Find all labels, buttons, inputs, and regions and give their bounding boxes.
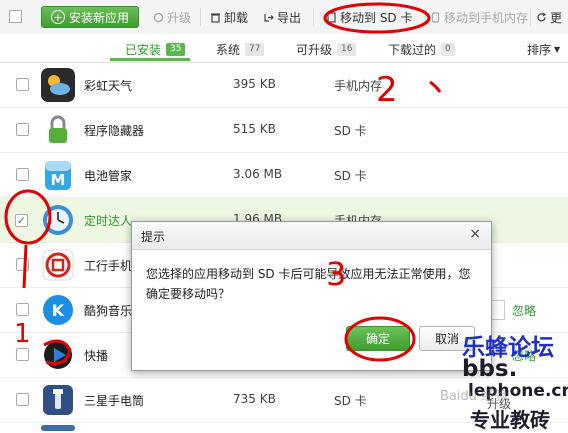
app-name: 彩虹天气 xyxy=(84,79,133,93)
more-label: 更 xyxy=(550,10,563,25)
weather-app-icon xyxy=(41,68,75,102)
tab-label: 可升级 xyxy=(296,43,333,57)
more-button[interactable]: 更 xyxy=(536,8,562,26)
move-to-phone-label: 移动到手机内存 xyxy=(444,10,529,25)
install-label: 安装新应用 xyxy=(68,10,129,25)
select-all-checkbox[interactable] xyxy=(9,10,22,23)
uninstall-label: 卸载 xyxy=(224,10,249,25)
confirm-button[interactable]: 确定 xyxy=(346,326,410,351)
row-checkbox[interactable] xyxy=(16,123,29,136)
active-tab-indicator xyxy=(110,58,190,61)
app-name: 程序隐藏器 xyxy=(84,124,145,138)
app-location: SD 卡 xyxy=(334,394,367,408)
app-row[interactable]: M 电池管家 3.06 MB SD 卡 xyxy=(0,153,568,198)
app-name: 定时达人 xyxy=(84,214,133,228)
kugou-app-icon: K xyxy=(43,295,73,325)
close-icon[interactable]: × xyxy=(469,226,481,242)
sort-label: 排序 xyxy=(527,43,552,57)
lock-app-icon xyxy=(49,115,67,143)
app-size: 395 KB xyxy=(233,77,276,91)
qvod-app-icon xyxy=(44,341,72,369)
tab-label: 系统 xyxy=(216,43,241,57)
chevron-down-icon: ▼ xyxy=(554,45,561,54)
export-label: 导出 xyxy=(277,10,302,25)
app-name: 电池管家 xyxy=(84,169,133,183)
row-checkbox[interactable] xyxy=(16,303,29,316)
tab-label: 已安装 xyxy=(125,43,162,57)
tab-system[interactable]: 系统 77 xyxy=(216,41,265,58)
row-checkbox[interactable] xyxy=(16,348,29,361)
app-size: 515 KB xyxy=(233,122,276,136)
app-size: 735 KB xyxy=(233,392,276,406)
refresh-icon xyxy=(537,12,547,21)
tab-bar: 已安装 35 系统 77 可升级 16 下载过的 0 排序 ▼ xyxy=(0,34,568,63)
phone-icon xyxy=(431,11,440,23)
sort-dropdown[interactable]: 排序 ▼ xyxy=(527,41,560,58)
tab-count-badge: 77 xyxy=(245,43,265,56)
toolbar: + 安装新应用 升级 卸载 导出 移动到 SD 卡 移动到手机内存 更 xyxy=(0,0,568,35)
row-checkbox[interactable]: ✓ xyxy=(15,214,28,227)
app-icon xyxy=(41,425,75,431)
trash-icon xyxy=(211,12,220,23)
row-checkbox[interactable] xyxy=(16,168,29,181)
install-new-app-button[interactable]: + 安装新应用 xyxy=(41,6,139,28)
app-row[interactable]: 程序隐藏器 515 KB SD 卡 xyxy=(0,108,568,153)
app-location: SD 卡 xyxy=(334,169,367,183)
tab-count-badge: 35 xyxy=(166,43,186,56)
tab-downloaded[interactable]: 下载过的 0 xyxy=(388,41,455,58)
app-size: 3.06 MB xyxy=(233,167,283,181)
app-name: 工行手机 xyxy=(84,259,133,273)
svg-text:M: M xyxy=(51,171,66,189)
upgrade-button[interactable]: 升级 xyxy=(153,8,191,26)
ignore-link[interactable]: 忽略 xyxy=(512,302,536,319)
refresh-icon xyxy=(153,12,164,22)
clock-app-icon xyxy=(43,205,73,235)
flashlight-app-icon xyxy=(43,385,73,415)
svg-text:K: K xyxy=(52,301,65,320)
partial-upgrade-label: 升级 xyxy=(487,397,512,411)
export-button[interactable]: 导出 xyxy=(263,8,301,26)
app-location: SD 卡 xyxy=(334,124,367,138)
row-checkbox[interactable] xyxy=(16,393,29,406)
battery-app-icon: M xyxy=(45,161,71,190)
row-checkbox[interactable] xyxy=(16,258,29,271)
export-icon xyxy=(264,13,274,22)
app-name: 快播 xyxy=(84,349,109,363)
watermark-url-1: bbs. xyxy=(462,356,518,382)
tab-upgradable[interactable]: 可升级 16 xyxy=(296,41,357,58)
app-name: 三星手电筒 xyxy=(84,394,145,408)
move-to-sd-button[interactable]: 移动到 SD 卡 xyxy=(326,8,413,26)
move-to-sd-label: 移动到 SD 卡 xyxy=(340,10,413,25)
icbc-app-icon xyxy=(42,249,74,281)
tab-count-badge: 16 xyxy=(337,43,357,56)
move-to-phone-button[interactable]: 移动到手机内存 xyxy=(430,8,528,26)
app-row[interactable]: 彩虹天气 395 KB 手机内存 xyxy=(0,63,568,108)
app-location: 手机内存 xyxy=(334,79,383,93)
row-checkbox[interactable] xyxy=(16,78,29,91)
dialog-message: 您选择的应用移动到 SD 卡后可能导致应用无法正常使用，您确定要移动吗？ xyxy=(146,267,471,301)
tab-count-badge: 0 xyxy=(441,43,455,56)
upgrade-label: 升级 xyxy=(167,10,192,25)
sd-card-icon xyxy=(327,11,336,23)
confirm-dialog: 提示 × 您选择的应用移动到 SD 卡后可能导致应用无法正常使用，您确定要移动吗… xyxy=(131,221,492,371)
plus-icon: + xyxy=(50,10,65,24)
tab-installed[interactable]: 已安装 35 xyxy=(125,41,186,58)
dialog-title: 提示 xyxy=(141,230,166,244)
uninstall-button[interactable]: 卸载 xyxy=(210,8,248,26)
app-name: 酷狗音乐 xyxy=(84,304,133,318)
tab-label: 下载过的 xyxy=(388,43,437,57)
dialog-header: 提示 × xyxy=(132,222,491,250)
